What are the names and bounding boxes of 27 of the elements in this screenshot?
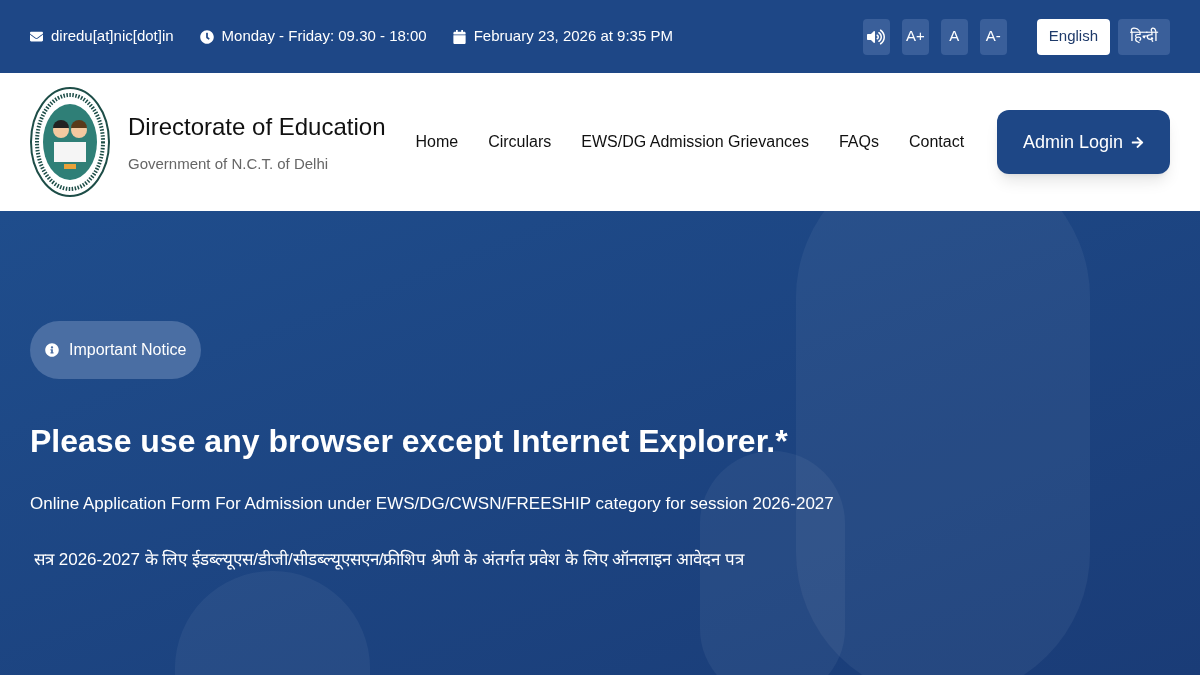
nav-link[interactable]: Contact	[908, 130, 965, 154]
nav-link[interactable]: EWS/DG Admission Grievances	[581, 130, 809, 154]
browser-warning-heading: Please use any browser except Internet Explorer.*	[30, 422, 788, 461]
calendar-icon	[452, 29, 466, 44]
nav-link[interactable]: FAQs	[838, 130, 879, 154]
nav-link[interactable]: Circulars	[488, 130, 552, 154]
application-description: Online Application Form For Admission under EWS/DG/CWSN/FREESHIP category for session 2026-2027	[30, 493, 834, 515]
speaker-icon	[867, 27, 886, 46]
clock-icon	[199, 29, 214, 44]
language-button[interactable]: English	[1036, 18, 1110, 55]
font-size-button[interactable]: A-	[979, 18, 1007, 55]
nav-link[interactable]: Home	[415, 130, 459, 154]
site-title: Directorate of Education	[128, 111, 386, 142]
office-hours-text: Monday - Friday: 09.30 - 18:00	[221, 26, 427, 47]
admin-login-button[interactable]: Admin Login	[996, 110, 1170, 174]
envelope-icon	[30, 30, 43, 43]
site-subtitle: Government of N.C.T. of Delhi	[128, 153, 330, 174]
hindi-description: सत्र 2026-2027 के लिए ईडब्ल्यूएस/डीजी/सीडब्ल्यूएसएन/फ्रीशिप श्रेणी के अंतर्गत प्रवेश के लिए ऑनलाइन आवेदन पत्र	[33, 548, 744, 572]
font-size-button[interactable]: A+	[901, 18, 929, 55]
badge-label: Important Notice	[69, 340, 187, 360]
email-text: diredu[at]nic[dot]in	[51, 26, 174, 47]
date-text: February 23, 2026 at 9:35 PM	[473, 26, 673, 47]
info-icon	[45, 343, 59, 357]
font-size-button[interactable]: A	[940, 18, 968, 55]
speaker-button[interactable]	[862, 18, 890, 55]
language-button[interactable]: हिन्दी	[1118, 18, 1170, 55]
arrow-right-icon	[1131, 135, 1144, 149]
